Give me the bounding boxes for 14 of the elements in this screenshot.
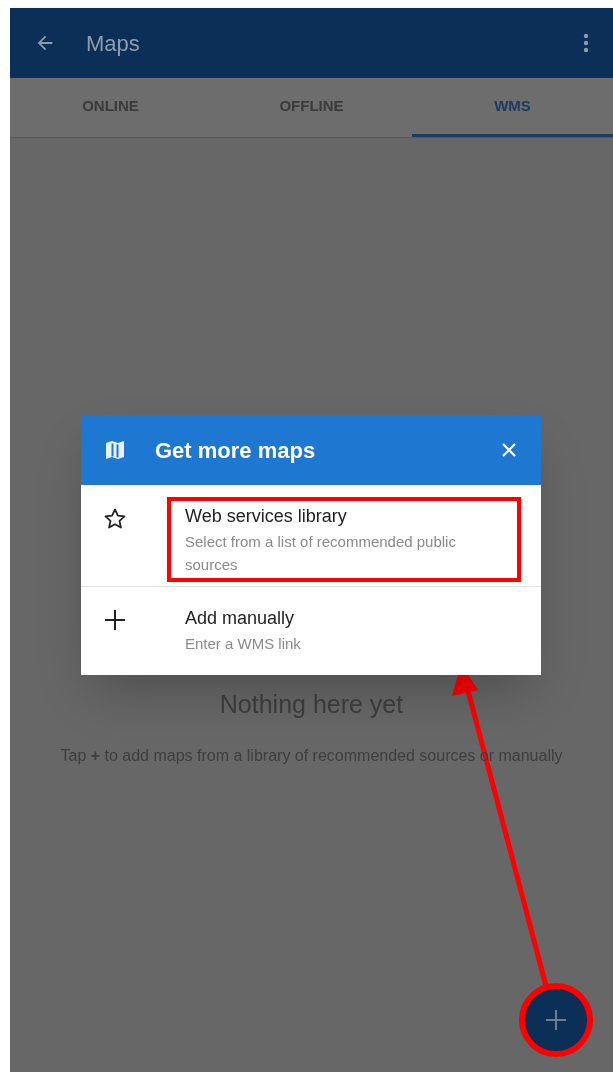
item-title: Add manually <box>185 607 296 630</box>
map-icon <box>103 438 127 462</box>
more-options-icon[interactable] <box>583 33 589 53</box>
app-bar-title: Maps <box>86 29 140 58</box>
plus-icon <box>104 609 126 631</box>
star-icon <box>103 507 127 531</box>
dialog-title: Get more maps <box>155 436 316 465</box>
item-title: Web services library <box>185 505 348 528</box>
menu-item[interactable]: Add manually Enter a WMS link <box>81 587 541 665</box>
item-subtitle: Select from a list of recommended public sources <box>185 532 457 575</box>
close-icon <box>501 442 517 458</box>
item-subtitle: Enter a WMS link <box>185 634 302 654</box>
tab[interactable]: WMS <box>412 78 613 137</box>
add-button[interactable] <box>519 983 593 1057</box>
